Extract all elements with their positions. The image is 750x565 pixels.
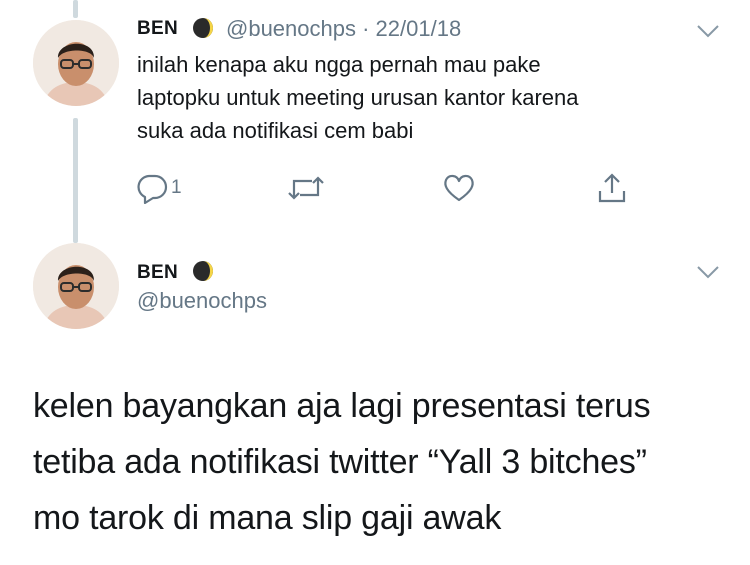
display-name[interactable]: BEN bbox=[137, 262, 178, 284]
avatar[interactable] bbox=[33, 243, 119, 329]
avatar-photo bbox=[33, 243, 119, 329]
reply-count: 1 bbox=[171, 177, 182, 198]
reply-button[interactable]: 1 bbox=[135, 170, 182, 206]
tweet-text-line: suka ada notifikasi cem babi bbox=[137, 118, 414, 143]
timestamp[interactable]: 22/01/18 bbox=[376, 16, 462, 41]
thread-line-top bbox=[73, 0, 78, 18]
thread-line-connector bbox=[73, 118, 78, 243]
retweet-button[interactable] bbox=[286, 170, 326, 206]
tweet-text-line: kelen bayangkan aja lagi presentasi teru… bbox=[33, 387, 651, 425]
share-button[interactable] bbox=[595, 170, 629, 206]
verified-moon-icon bbox=[192, 260, 214, 282]
share-icon bbox=[598, 173, 626, 203]
chevron-down-icon[interactable] bbox=[696, 24, 720, 38]
tweet-text-line: laptopku untuk meeting urusan kantor kar… bbox=[137, 85, 579, 110]
display-name[interactable]: BEN bbox=[137, 18, 178, 40]
handle[interactable]: @buenochps bbox=[226, 16, 356, 41]
handle[interactable]: @buenochps bbox=[137, 288, 267, 314]
reply-icon bbox=[137, 174, 168, 204]
avatar[interactable] bbox=[33, 20, 119, 106]
tweet-body-large: kelen bayangkan aja lagi presentasi teru… bbox=[33, 378, 733, 546]
chevron-down-icon[interactable] bbox=[696, 265, 720, 279]
verified-moon-icon bbox=[192, 17, 214, 39]
tweet-text-line: mo tarok di mana slip gaji awak bbox=[33, 499, 502, 537]
avatar-photo bbox=[33, 20, 119, 106]
like-icon bbox=[444, 174, 474, 202]
tweet-meta: @buenochps · 22/01/18 bbox=[226, 16, 461, 42]
tweet-body: inilah kenapa aku ngga pernah mau pake l… bbox=[137, 48, 697, 147]
like-button[interactable] bbox=[442, 170, 476, 206]
tweet-text-line: inilah kenapa aku ngga pernah mau pake bbox=[137, 52, 541, 77]
tweet-text-line: tetiba ada notifikasi twitter “Yall 3 bi… bbox=[33, 443, 647, 481]
retweet-icon bbox=[288, 176, 324, 200]
meta-separator: · bbox=[355, 16, 376, 41]
